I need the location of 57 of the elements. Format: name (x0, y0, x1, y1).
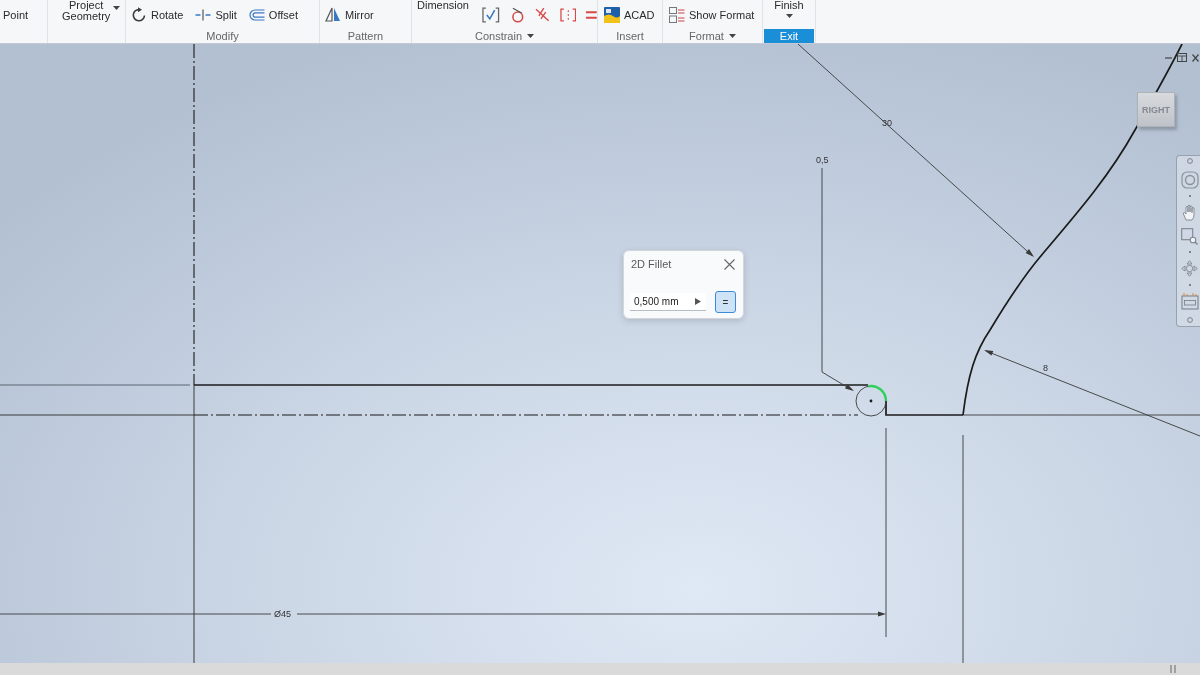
split-button[interactable]: Split (194, 4, 238, 25)
four-way-arrows-icon[interactable] (1181, 259, 1198, 277)
check-bracket-icon[interactable] (481, 6, 500, 23)
fillet-preview-circle (855, 385, 887, 417)
panel-view-icon[interactable] (1180, 292, 1199, 311)
close-icon[interactable] (724, 258, 735, 270)
constrain-panel-dropdown[interactable]: Constrain (472, 29, 537, 43)
split-icon (195, 8, 212, 21)
center-point (869, 399, 873, 403)
rotate-arrow-icon (131, 6, 147, 23)
dimension-button[interactable]: Dimension (414, 0, 472, 11)
panel-label: Pattern (347, 29, 384, 43)
dropdown-dot-icon[interactable] (1188, 283, 1191, 286)
caret-icon (527, 34, 535, 38)
offset-button[interactable]: Offset (247, 4, 299, 25)
caret-icon (785, 14, 793, 18)
mirror-triangle-icon (325, 7, 341, 22)
dropdown-dot-icon[interactable] (1188, 195, 1191, 198)
acad-button[interactable]: ACAD (603, 4, 656, 25)
minimize-icon[interactable] (1165, 56, 1172, 59)
restore-icon[interactable] (1177, 53, 1187, 62)
format-panel-dropdown[interactable]: Format (687, 29, 738, 43)
caret-icon (113, 6, 121, 10)
play-icon[interactable] (695, 298, 701, 305)
close-icon[interactable] (1192, 53, 1199, 62)
hand-icon[interactable] (1181, 203, 1198, 221)
equal-icon[interactable] (586, 10, 597, 19)
exit-panel-label: Exit (764, 29, 814, 43)
ring-icon (1186, 316, 1193, 323)
project-geometry-button[interactable]: Project Geometry (58, 0, 123, 22)
format-lines-icon (669, 6, 685, 23)
dropdown-dot-icon[interactable] (1188, 251, 1191, 254)
dimension-value[interactable]: 0,5 (816, 155, 829, 165)
orbit-icon[interactable] (1180, 170, 1199, 189)
radius-input-field[interactable]: 0,500 mm (630, 293, 706, 311)
offset-arcs-icon (248, 8, 265, 21)
dimension-value[interactable]: Ø45 (274, 609, 291, 619)
finish-button[interactable]: Finish (771, 0, 807, 18)
image-tile-icon (604, 6, 620, 23)
grip-icon[interactable] (1170, 665, 1176, 673)
crossed-lines-icon[interactable] (535, 6, 550, 23)
bracket-icon[interactable] (559, 7, 577, 22)
caret-icon (728, 34, 736, 38)
dimension-value[interactable]: 8 (1043, 363, 1048, 373)
apply-button[interactable]: = (715, 291, 736, 313)
point-button[interactable]: Point (2, 4, 30, 25)
ring-icon (1186, 158, 1193, 164)
rotate-button[interactable]: Rotate (130, 4, 185, 25)
fillet-arc (868, 384, 888, 402)
panel-label: Insert (616, 29, 644, 43)
panel-label: Modify (206, 29, 239, 43)
dialog-title: 2D Fillet (631, 258, 672, 270)
dimension-value[interactable]: 30 (882, 118, 892, 128)
mirror-button[interactable]: Mirror (324, 4, 375, 25)
zoom-window-icon[interactable] (1181, 227, 1198, 245)
show-format-button[interactable]: Show Format (668, 4, 756, 25)
tangent-circle-icon[interactable] (509, 6, 526, 23)
